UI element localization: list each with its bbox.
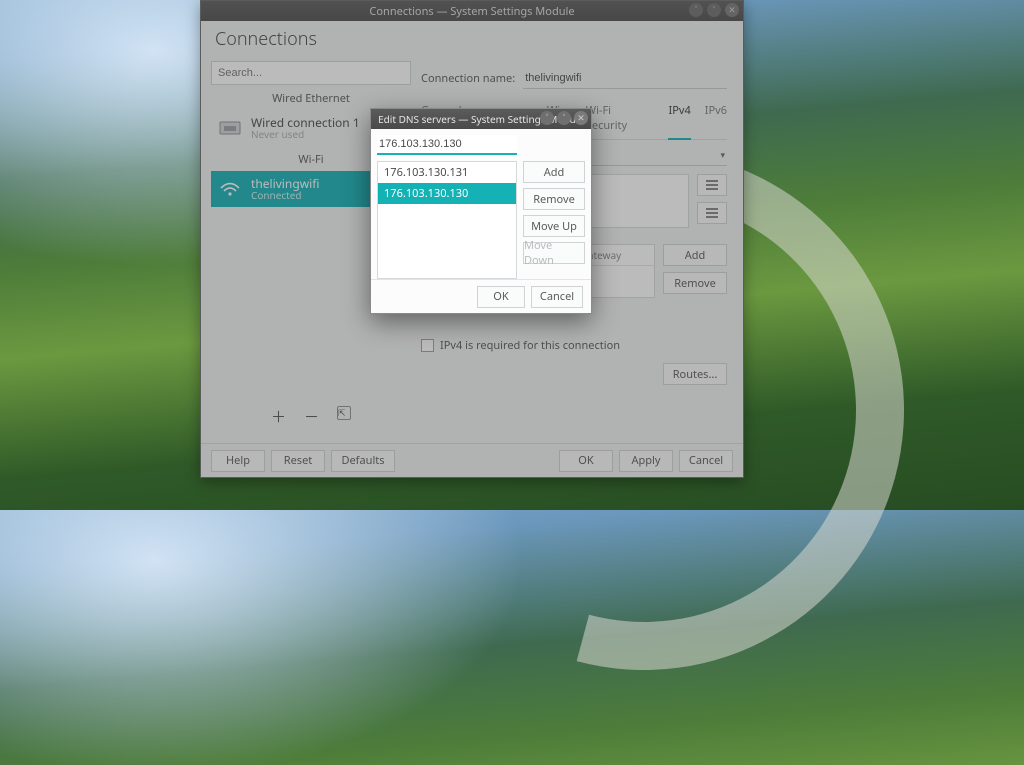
dns-list-item[interactable]: 176.103.130.131	[378, 162, 516, 183]
dns-server-input[interactable]	[377, 135, 517, 155]
dns-remove-button[interactable]: Remove	[523, 188, 585, 210]
dialog-close-button[interactable]: ✕	[574, 111, 588, 125]
dialog-ok-button[interactable]: OK	[477, 286, 525, 308]
dns-list-item[interactable]: 176.103.130.130	[378, 183, 516, 204]
dns-move-up-button[interactable]: Move Up	[523, 215, 585, 237]
dialog-cancel-button[interactable]: Cancel	[531, 286, 583, 308]
dialog-minimize-button[interactable]: ˅	[540, 111, 554, 125]
edit-dns-dialog: Edit DNS servers — System Settings Modul…	[370, 108, 592, 314]
dns-move-down-button[interactable]: Move Down	[523, 242, 585, 264]
dialog-titlebar: Edit DNS servers — System Settings Modul…	[371, 109, 591, 129]
dns-server-list[interactable]: 176.103.130.131 176.103.130.130	[377, 161, 517, 279]
dns-add-button[interactable]: Add	[523, 161, 585, 183]
dialog-maximize-button[interactable]: ˄	[557, 111, 571, 125]
